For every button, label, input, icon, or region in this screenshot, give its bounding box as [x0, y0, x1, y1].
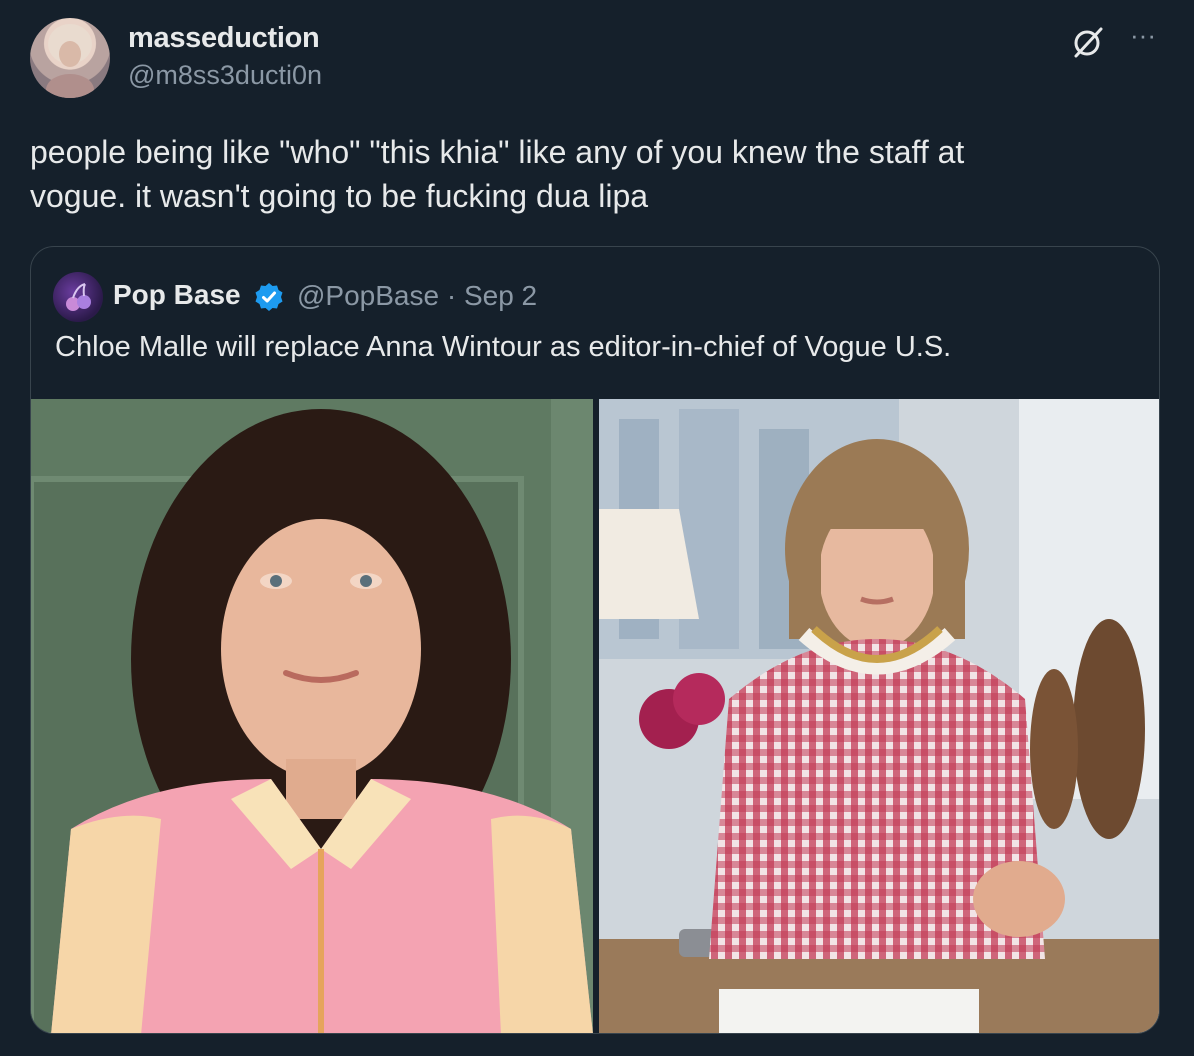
verified-badge-icon: [253, 281, 285, 313]
quoted-photo-1[interactable]: [31, 399, 593, 1033]
quoted-author-handle-date[interactable]: @PopBase · Sep 2: [297, 280, 537, 312]
quoted-tweet-text: Chloe Malle will replace Anna Wintour as…: [55, 331, 952, 363]
tweet-text-line-1: people being like "who" "this khia" like…: [30, 134, 965, 170]
tweet-text-line-2: vogue. it wasn't going to be fucking dua…: [30, 178, 649, 214]
more-options-icon[interactable]: ···: [1126, 20, 1160, 54]
grok-icon[interactable]: [1070, 24, 1106, 60]
author-handle[interactable]: @m8ss3ducti0n: [128, 60, 322, 91]
portrait-photo-1: [31, 399, 593, 1033]
author-avatar[interactable]: [30, 18, 110, 98]
quoted-photo-2[interactable]: [599, 399, 1159, 1033]
quoted-author-avatar[interactable]: [53, 272, 103, 322]
quoted-author-display-name[interactable]: Pop Base: [113, 279, 241, 311]
portrait-photo-2: [599, 399, 1159, 1033]
cherry-logo-icon: [66, 283, 91, 311]
avatar-image: [46, 24, 94, 98]
tweet-text: people being like "who" "this khia" like…: [30, 130, 1150, 218]
quoted-tweet-card[interactable]: Pop Base @PopBase · Sep 2 Chloe Malle wi…: [30, 246, 1160, 1034]
author-display-name[interactable]: masseduction: [128, 22, 320, 55]
